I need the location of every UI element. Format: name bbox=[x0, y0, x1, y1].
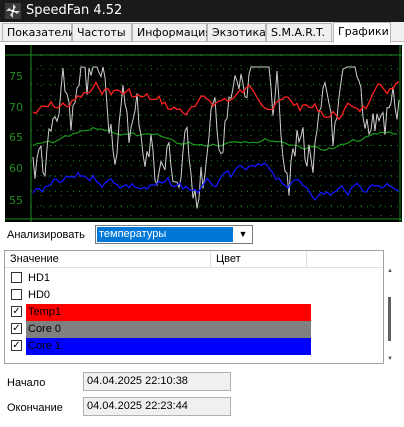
chevron-down-icon[interactable]: ▼ bbox=[235, 227, 251, 242]
tab-exotics[interactable]: Экзотика bbox=[207, 23, 266, 41]
list-item-core1[interactable]: ✓ Core 1 bbox=[9, 338, 311, 355]
sensor-list[interactable]: Значение Цвет HD1 HD0 ✓ Temp1 ✓ Core 0 ✓… bbox=[4, 250, 384, 364]
row-label: Core 0 bbox=[28, 323, 62, 335]
y-tick-65: 65 bbox=[9, 131, 23, 144]
list-scrollbar[interactable]: ▲ ▼ bbox=[385, 268, 395, 364]
color-swatch-core0[interactable] bbox=[26, 321, 311, 338]
y-tick-75: 75 bbox=[9, 70, 23, 83]
row-label: Core 1 bbox=[28, 340, 62, 352]
analyze-label: Анализировать bbox=[7, 229, 85, 241]
tab-charts[interactable]: Графики bbox=[333, 22, 391, 43]
list-item-hd0[interactable]: HD0 bbox=[9, 287, 307, 304]
color-swatch-temp1[interactable] bbox=[26, 304, 311, 321]
tab-bar: Показатели Частоты Информация Экзотика S… bbox=[0, 22, 404, 43]
tab-information[interactable]: Информация bbox=[132, 23, 212, 41]
analyze-select-value: температуры bbox=[97, 227, 233, 242]
scroll-up-icon[interactable]: ▲ bbox=[387, 268, 393, 274]
temperature-chart: 75 70 65 60 55 bbox=[5, 45, 402, 222]
row-label: Temp1 bbox=[28, 306, 62, 318]
scroll-down-icon[interactable]: ▼ bbox=[387, 356, 393, 362]
checkbox-hd1[interactable] bbox=[11, 272, 22, 283]
scroll-thumb[interactable] bbox=[388, 297, 391, 341]
end-time-field: 04.04.2025 22:23:44 bbox=[83, 397, 231, 416]
end-label: Окончание bbox=[7, 402, 63, 414]
list-header: Значение Цвет bbox=[5, 251, 383, 268]
speedfan-app-icon[interactable] bbox=[5, 3, 21, 19]
row-label: HD1 bbox=[28, 272, 51, 284]
title-bar[interactable]: SpeedFan 4.52 bbox=[0, 0, 404, 22]
y-tick-70: 70 bbox=[9, 101, 23, 114]
checkbox-core0[interactable]: ✓ bbox=[11, 323, 22, 334]
column-header-value[interactable]: Значение bbox=[5, 251, 211, 267]
list-item-core0[interactable]: ✓ Core 0 bbox=[9, 321, 311, 338]
list-item-temp1[interactable]: ✓ Temp1 bbox=[9, 304, 311, 321]
column-header-color[interactable]: Цвет bbox=[211, 251, 307, 267]
color-swatch-core1[interactable] bbox=[26, 338, 311, 355]
row-label: HD0 bbox=[28, 289, 51, 301]
y-tick-55: 55 bbox=[9, 194, 23, 207]
checkbox-temp1[interactable]: ✓ bbox=[11, 306, 22, 317]
start-label: Начало bbox=[7, 377, 46, 389]
list-item-hd1[interactable]: HD1 bbox=[9, 270, 307, 287]
tab-frequencies[interactable]: Частоты bbox=[72, 23, 132, 41]
checkbox-hd0[interactable] bbox=[11, 289, 22, 300]
start-time-field: 04.04.2025 22:10:38 bbox=[83, 372, 231, 391]
analyze-select[interactable]: температуры ▼ bbox=[95, 225, 253, 244]
tab-indicators[interactable]: Показатели bbox=[2, 23, 75, 41]
tab-smart[interactable]: S.M.A.R.T. bbox=[266, 23, 332, 41]
y-tick-60: 60 bbox=[9, 162, 23, 175]
checkbox-core1[interactable]: ✓ bbox=[11, 340, 22, 351]
window-title: SpeedFan 4.52 bbox=[26, 3, 123, 18]
